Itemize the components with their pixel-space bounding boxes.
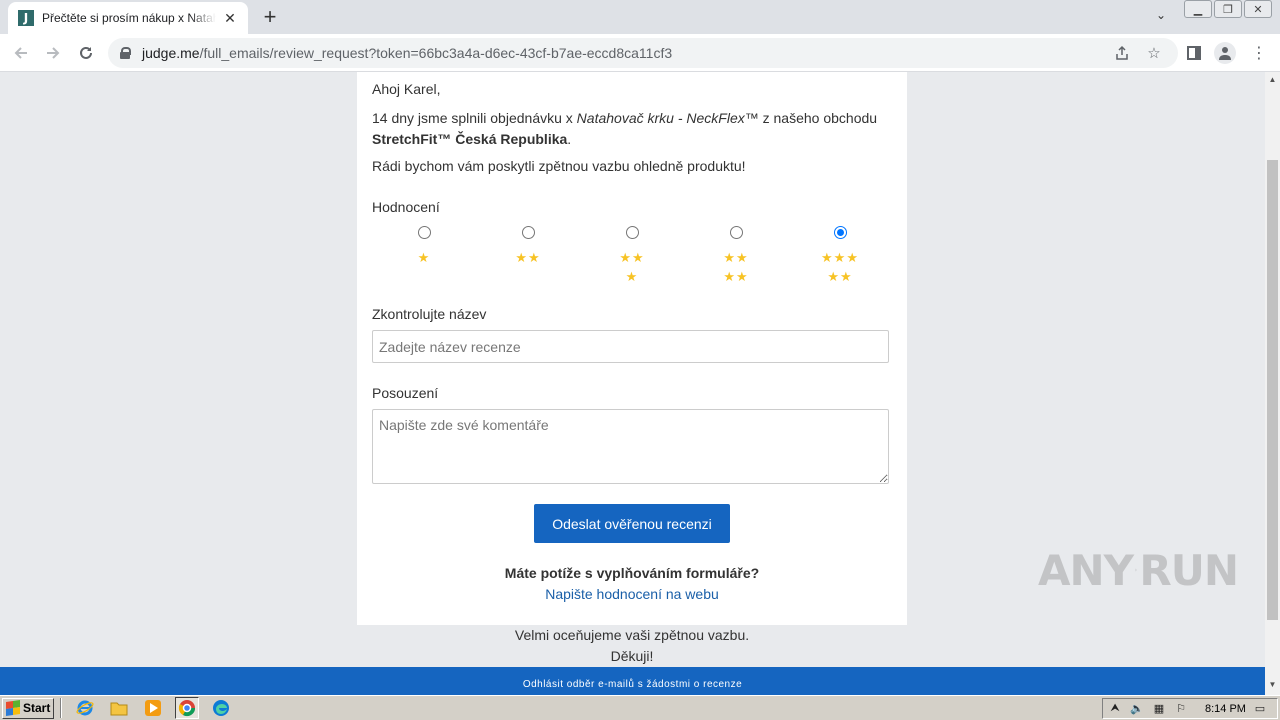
shop-name: StretchFit™ Česká Republika	[372, 131, 568, 147]
taskbar-separator	[60, 698, 62, 718]
address-bar[interactable]: judge.me/full_emails/review_request?toke…	[108, 38, 1178, 68]
judgeme-favicon-icon: J	[18, 10, 34, 26]
rating-radio-2[interactable]	[521, 226, 535, 239]
star-icon-group: ★★	[515, 250, 541, 265]
review-title-label: Zkontrolujte název	[372, 306, 487, 322]
rating-radio-3[interactable]	[625, 226, 639, 239]
scrollbar-thumb[interactable]	[1267, 160, 1278, 620]
tab-title: Přečtěte si prosím nákup x Natahovač krk…	[42, 11, 216, 25]
edge-icon[interactable]	[209, 697, 233, 719]
review-body-label: Posouzení	[372, 385, 439, 401]
rating-radio-4[interactable]	[729, 226, 743, 239]
windows-taskbar: Start ⮝ 🔈 ▦ ⚐ 8:14 PM ▭	[0, 695, 1280, 720]
windows-logo-icon	[6, 700, 20, 716]
start-button[interactable]: Start	[2, 697, 54, 719]
product-name: Natahovač krku - NeckFlex™	[576, 110, 759, 126]
browser-tab[interactable]: J Přečtěte si prosím nákup x Natahovač k…	[8, 2, 248, 34]
rating-option-5[interactable]: ★★★ ★★	[788, 226, 892, 286]
tray-expand-icon[interactable]: ⮝	[1107, 701, 1123, 717]
tab-close-icon[interactable]: ✕	[222, 10, 238, 26]
feedback-request-text: Rádi bychom vám poskytli zpětnou vazbu o…	[372, 158, 746, 174]
page-viewport: Ahoj Karel, 14 dny jsme splnili objednáv…	[0, 72, 1265, 695]
scroll-down-arrow-icon[interactable]: ▼	[1265, 677, 1280, 692]
restore-button[interactable]: ❐	[1214, 0, 1242, 18]
star-icon-group: ★★★ ★★	[821, 250, 859, 284]
review-body-textarea[interactable]	[372, 409, 889, 484]
show-desktop-icon[interactable]: ▭	[1252, 701, 1268, 717]
star-icon-group: ★★ ★★	[723, 250, 749, 284]
rating-radio-1[interactable]	[417, 226, 431, 239]
browser-tab-bar: J Přečtěte si prosím nákup x Natahovač k…	[0, 0, 1280, 34]
review-request-card: Ahoj Karel, 14 dny jsme splnili objednáv…	[357, 72, 907, 625]
close-window-button[interactable]: ✕	[1244, 0, 1272, 18]
order-info-paragraph: 14 dny jsme splnili objednávku x Natahov…	[372, 110, 878, 147]
rating-options: ★ ★★ ★★ ★ ★★ ★★ ★★★ ★★	[372, 226, 892, 286]
tab-search-chevron-icon[interactable]: ⌄	[1152, 8, 1170, 26]
taskbar-clock[interactable]: 8:14 PM	[1205, 703, 1246, 715]
lock-icon[interactable]	[120, 47, 131, 59]
review-title-input[interactable]	[372, 330, 889, 363]
rating-option-3[interactable]: ★★ ★	[580, 226, 684, 286]
star-icon-group: ★	[417, 250, 431, 265]
window-controls: ▁ ❐ ✕	[1184, 0, 1272, 18]
rating-radio-5[interactable]	[833, 226, 847, 239]
back-arrow-icon[interactable]	[8, 40, 34, 66]
thanks-text: Děkuji!	[610, 648, 654, 664]
greeting: Ahoj Karel,	[372, 81, 441, 97]
file-explorer-icon[interactable]	[107, 697, 131, 719]
system-tray: ⮝ 🔈 ▦ ⚐ 8:14 PM ▭	[1102, 698, 1278, 719]
form-trouble-text: Máte potíže s vyplňováním formuláře?	[504, 565, 760, 581]
rating-label: Hodnocení	[372, 199, 440, 215]
rating-option-1[interactable]: ★	[372, 226, 476, 286]
flag-icon[interactable]: ⚐	[1173, 701, 1189, 717]
star-icon-group: ★★ ★	[619, 250, 645, 284]
write-review-on-web-link[interactable]: Napište hodnocení na webu	[357, 586, 907, 602]
page-scrollbar[interactable]: ▲ ▼	[1265, 72, 1280, 695]
new-tab-button[interactable]: +	[258, 6, 282, 30]
chrome-taskbar-icon[interactable]	[175, 697, 199, 719]
rating-option-4[interactable]: ★★ ★★	[684, 226, 788, 286]
forward-arrow-icon[interactable]	[40, 40, 66, 66]
bookmark-star-icon[interactable]: ☆	[1145, 44, 1163, 62]
scroll-up-arrow-icon[interactable]: ▲	[1265, 72, 1280, 87]
appreciation-text: Velmi oceňujeme vaši zpětnou vazbu.	[514, 627, 750, 643]
rating-option-2[interactable]: ★★	[476, 226, 580, 286]
submit-review-button[interactable]: Odeslat ověřenou recenzi	[534, 504, 730, 543]
menu-kebab-icon[interactable]: ⋮	[1248, 42, 1270, 64]
minimize-button[interactable]: ▁	[1184, 0, 1212, 18]
internet-explorer-icon[interactable]	[73, 697, 97, 719]
url-text: judge.me/full_emails/review_request?toke…	[142, 45, 673, 61]
network-icon[interactable]: ▦	[1151, 701, 1167, 717]
media-player-icon[interactable]	[141, 697, 165, 719]
reload-icon[interactable]	[73, 40, 99, 66]
unsubscribe-link[interactable]: Odhlásit odběr e-mailů s žádostmi o rece…	[523, 679, 742, 690]
browser-toolbar: judge.me/full_emails/review_request?toke…	[0, 34, 1280, 72]
side-panel-icon[interactable]	[1183, 42, 1205, 64]
email-footer-bar: Odhlásit odběr e-mailů s žádostmi o rece…	[0, 667, 1265, 695]
volume-icon[interactable]: 🔈	[1129, 701, 1145, 717]
share-icon[interactable]	[1113, 44, 1131, 62]
profile-avatar-icon[interactable]	[1214, 42, 1236, 64]
